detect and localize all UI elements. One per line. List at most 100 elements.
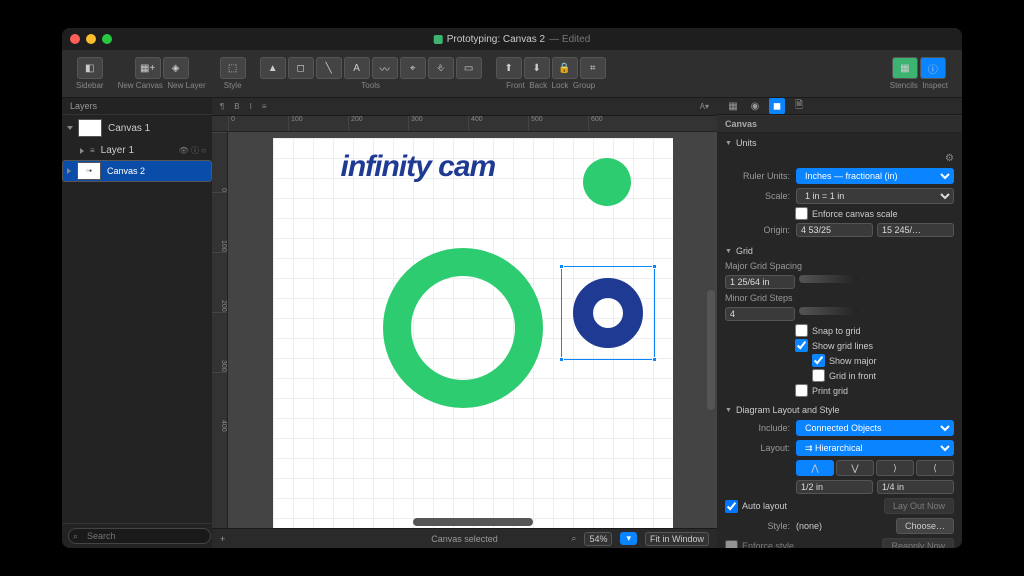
inspector-tab-canvas[interactable]: ◼ <box>769 98 785 114</box>
shape-tool[interactable]: ◻ <box>288 57 314 79</box>
layout-select[interactable]: ⇉ Hierarchical <box>796 440 954 456</box>
text-object-infinity-cam[interactable]: infinity cam <box>341 150 496 184</box>
choose-style-button[interactable]: Choose… <box>896 518 954 534</box>
select-tool[interactable]: ▲ <box>260 57 286 79</box>
snap-grid-checkbox[interactable] <box>795 324 808 337</box>
enforce-canvas-scale-checkbox[interactable] <box>795 207 808 220</box>
italic-icon[interactable]: I <box>250 102 252 111</box>
sidebar-item-canvas1[interactable]: Canvas 1 <box>62 115 212 141</box>
origin-x-input[interactable] <box>796 223 873 237</box>
scrollbar-horizontal[interactable] <box>413 518 533 526</box>
canvas-viewport[interactable]: infinity cam <box>228 132 717 528</box>
disclosure-icon[interactable] <box>67 126 73 130</box>
enforce-style-checkbox[interactable] <box>725 540 738 549</box>
bring-front-button[interactable]: ⬆ <box>496 57 522 79</box>
section-title-grid[interactable]: Grid <box>717 243 962 259</box>
lock-button[interactable]: 🔒 <box>552 57 578 79</box>
major-grid-line-preview <box>799 275 859 283</box>
crop-tool[interactable]: ⎀ <box>428 57 454 79</box>
show-major-checkbox[interactable] <box>812 354 825 367</box>
para-style-icon[interactable]: ¶ <box>220 102 224 111</box>
new-canvas-button[interactable]: ▦+ <box>135 57 161 79</box>
toolbar-label-style: Style <box>224 81 242 90</box>
zoom-stepper[interactable]: ▾ <box>620 532 637 545</box>
minor-grid-input[interactable] <box>725 307 795 321</box>
section-title-units[interactable]: Units <box>717 135 962 151</box>
zoom-value[interactable]: 54% <box>584 532 612 546</box>
grid-front-checkbox[interactable] <box>812 369 825 382</box>
sidebar: Layers Canvas 1 ≡ Layer 1 👁 ⓘ ○ ○● Canva… <box>62 98 212 548</box>
direction-up-button[interactable]: ⋁ <box>836 460 874 476</box>
disclosure-icon[interactable] <box>67 168 71 174</box>
pen-tool[interactable]: 〰 <box>372 57 398 79</box>
group-button[interactable]: ⌗ <box>580 57 606 79</box>
spacing-1-input[interactable] <box>796 480 873 494</box>
stamp-tool[interactable]: ▭ <box>456 57 482 79</box>
toolbar-label-tools: Tools <box>361 81 380 90</box>
direction-right-button[interactable]: ⟩ <box>876 460 914 476</box>
fullscreen-icon[interactable] <box>102 34 112 44</box>
inspector-tab-document[interactable]: 🗎 <box>791 98 807 114</box>
section-title-diagram[interactable]: Diagram Layout and Style <box>717 402 962 418</box>
scale-select[interactable]: 1 in = 1 in <box>796 188 954 204</box>
inspector-tab-object[interactable]: ▦ <box>725 98 741 114</box>
canvas-thumbnail <box>78 119 102 137</box>
spacing-2-input[interactable] <box>877 480 954 494</box>
gear-icon[interactable]: ⚙ <box>945 153 954 164</box>
search-icon: ⌕ <box>73 531 78 542</box>
toolbar-label-right: Stencils Inspect <box>890 81 948 90</box>
align-icon[interactable]: ≡ <box>262 102 267 111</box>
stencils-button[interactable]: ▦ <box>892 57 918 79</box>
fit-button[interactable]: Fit in Window <box>645 532 709 546</box>
font-size-icon[interactable]: A▾ <box>700 102 709 111</box>
toolbar-label-newcanvas: New Canvas New Layer <box>118 81 206 90</box>
sidebar-item-canvas2[interactable]: ○● Canvas 2 <box>62 160 212 182</box>
shape-large-green-ring[interactable] <box>383 248 543 408</box>
sidebar-item-layer1[interactable]: ≡ Layer 1 👁 ⓘ ○ <box>62 141 212 160</box>
include-select[interactable]: Connected Objects <box>796 420 954 436</box>
minor-grid-label: Minor Grid Steps <box>725 293 954 303</box>
direction-down-button[interactable]: ⋀ <box>796 460 834 476</box>
close-icon[interactable] <box>70 34 80 44</box>
shape-green-circle[interactable] <box>583 158 631 206</box>
canvas-page[interactable]: infinity cam <box>273 138 673 528</box>
ruler-units-select[interactable]: Inches — fractional (in) <box>796 168 954 184</box>
section-units: Units ⚙ Ruler Units: Inches — fractional… <box>717 133 962 241</box>
layout-now-button[interactable]: Lay Out Now <box>884 498 954 514</box>
minor-grid-line-preview <box>799 307 859 315</box>
inspector-header: Canvas <box>717 115 962 133</box>
line-tool[interactable]: ╲ <box>316 57 342 79</box>
layout-label: Layout: <box>725 443 790 453</box>
shape-blue-ring[interactable] <box>573 278 643 348</box>
major-grid-input[interactable] <box>725 275 795 289</box>
document-icon <box>434 35 443 44</box>
auto-layout-checkbox[interactable] <box>725 500 738 513</box>
inspect-button[interactable]: ⓘ <box>920 57 946 79</box>
point-tool[interactable]: ⌖ <box>400 57 426 79</box>
search-input[interactable] <box>68 528 211 544</box>
window-title: Prototyping: Canvas 2 — Edited <box>434 34 591 45</box>
disclosure-icon[interactable] <box>80 148 84 154</box>
toggle-sidebar-button[interactable]: ◧ <box>77 57 103 79</box>
zoom-search-icon[interactable]: ⌕ <box>571 533 576 544</box>
show-grid-checkbox[interactable] <box>795 339 808 352</box>
visibility-icons[interactable]: 👁 ⓘ ○ <box>179 145 206 156</box>
print-grid-checkbox[interactable] <box>795 384 808 397</box>
bold-icon[interactable]: B <box>234 102 239 111</box>
new-layer-button[interactable]: ◈ <box>163 57 189 79</box>
inspector-tab-properties[interactable]: ◉ <box>747 98 763 114</box>
style-button[interactable]: ⬚ <box>220 57 246 79</box>
origin-label: Origin: <box>725 225 790 235</box>
reapply-button[interactable]: Reapply Now <box>882 538 954 548</box>
titlebar: Prototyping: Canvas 2 — Edited <box>62 28 962 50</box>
scrollbar-vertical[interactable] <box>707 290 715 410</box>
send-back-button[interactable]: ⬇ <box>524 57 550 79</box>
style-label: Style: <box>725 521 790 531</box>
direction-left-button[interactable]: ⟨ <box>916 460 954 476</box>
document-name: Prototyping: Canvas 2 <box>447 34 545 45</box>
ruler-vertical: 0100200300400 <box>212 132 228 528</box>
origin-y-input[interactable] <box>877 223 954 237</box>
minimize-icon[interactable] <box>86 34 96 44</box>
add-page-icon[interactable]: + <box>220 534 225 544</box>
text-tool[interactable]: A <box>344 57 370 79</box>
